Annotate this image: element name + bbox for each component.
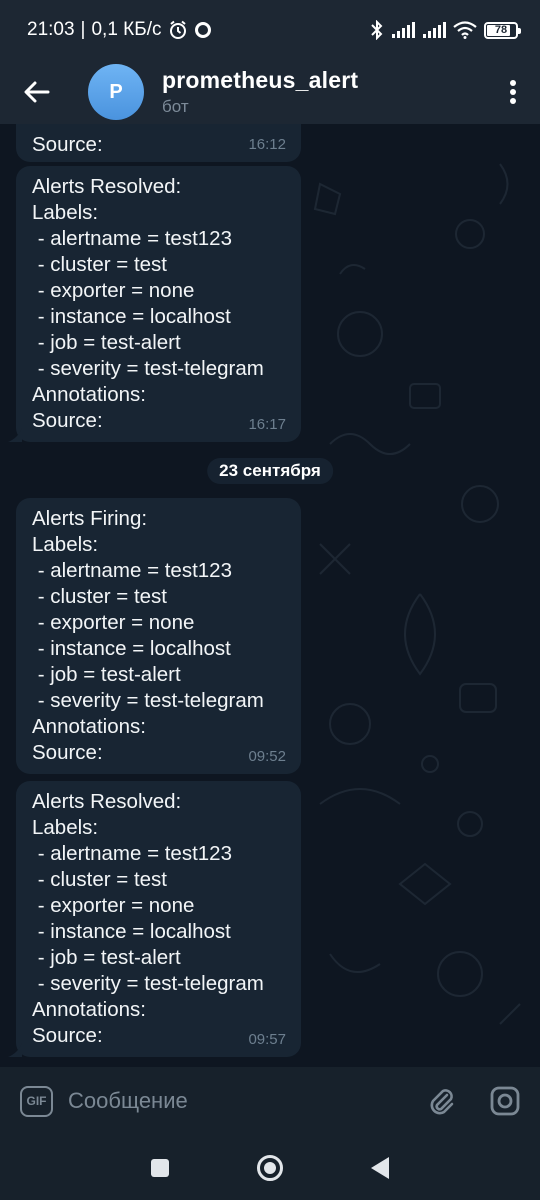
message-line: - alertname = test123	[32, 227, 232, 250]
message-line: - cluster = test	[32, 253, 168, 276]
chat-info[interactable]: prometheus_alert бот	[162, 67, 358, 117]
status-time: 21:03	[27, 19, 75, 40]
more-vertical-icon	[510, 80, 516, 104]
message-line: Annotations:	[32, 998, 146, 1021]
chat-title: prometheus_alert	[162, 67, 359, 93]
home-icon[interactable]	[257, 1154, 283, 1181]
message-line: Labels:	[32, 201, 99, 224]
bluetooth-icon	[370, 20, 384, 40]
message-line: - severity = test-telegram	[32, 972, 264, 995]
gif-label: GIF	[26, 1094, 47, 1108]
back-triangle-icon[interactable]	[371, 1156, 389, 1179]
message-line: - exporter = none	[32, 279, 195, 302]
message-line: - job = test-alert	[32, 331, 181, 354]
message-input-bar: GIF	[0, 1067, 540, 1135]
camera-button[interactable]	[483, 1079, 527, 1123]
message-line: Alerts Resolved:	[32, 175, 182, 198]
avatar[interactable]: P	[88, 64, 144, 120]
paperclip-icon	[430, 1089, 454, 1115]
message-line: Labels:	[32, 533, 99, 556]
message-line: - cluster = test	[32, 585, 168, 608]
camera-icon	[490, 1086, 520, 1116]
message-line: Annotations:	[32, 383, 146, 406]
back-button[interactable]	[0, 60, 74, 124]
menu-button[interactable]	[486, 60, 540, 124]
status-divider: |	[80, 19, 86, 40]
battery-level: 78	[494, 24, 508, 36]
message-line: - alertname = test123	[32, 842, 232, 865]
message-time: 16:17	[248, 416, 286, 433]
gif-button[interactable]: GIF	[20, 1085, 53, 1117]
message-line: - exporter = none	[32, 894, 195, 917]
message-line: - job = test-alert	[32, 663, 181, 686]
system-nav-bar	[0, 1135, 540, 1200]
date-separator: 23 сентября	[207, 458, 333, 484]
arrow-left-icon	[24, 81, 50, 103]
message-bubble[interactable]: Alerts Resolved: Labels: - alertname = t…	[8, 781, 301, 1057]
chat-header: P prometheus_alert бот	[0, 60, 540, 124]
message-bubble[interactable]: Alerts Resolved: Labels: - alertname = t…	[8, 166, 301, 442]
message-line: - exporter = none	[32, 611, 195, 634]
recents-icon[interactable]	[151, 1158, 169, 1177]
message-line: Labels:	[32, 816, 99, 839]
battery-icon: 78	[484, 21, 521, 39]
message-time: 09:57	[248, 1031, 286, 1048]
attach-button[interactable]	[419, 1079, 463, 1123]
message-bubble[interactable]: Alerts Firing: Labels: - alertname = tes…	[16, 498, 301, 774]
bubble-tail-icon	[8, 428, 22, 442]
bubble-tail-icon	[8, 1043, 22, 1057]
message-line: - instance = localhost	[32, 637, 231, 660]
message-line: - severity = test-telegram	[32, 689, 264, 712]
avatar-letter: P	[109, 80, 123, 103]
message-bubble[interactable]: Source: 16:12	[16, 124, 301, 162]
chat-area[interactable]: Source: 16:12 Alerts Resolved: Labels: -…	[0, 124, 540, 1067]
message-line: - instance = localhost	[32, 305, 231, 328]
message-line: Alerts Firing:	[32, 507, 148, 530]
message-time: 09:52	[248, 748, 286, 765]
message-line: - alertname = test123	[32, 559, 232, 582]
wifi-icon	[453, 21, 477, 39]
signal-icon	[422, 21, 446, 39]
message-input[interactable]	[68, 1088, 419, 1114]
message-line: Alerts Resolved:	[32, 790, 182, 813]
network-speed: 0,1 КБ/с	[91, 19, 162, 40]
status-bar: 21:03 | 0,1 КБ/с 78	[0, 0, 540, 60]
signal-icon	[391, 21, 415, 39]
chat-subtitle: бот	[162, 97, 189, 116]
message-time: 16:12	[248, 136, 286, 153]
message-line: - severity = test-telegram	[32, 357, 264, 380]
message-line: Annotations:	[32, 715, 146, 738]
message-line: - cluster = test	[32, 868, 168, 891]
message-line: - instance = localhost	[32, 920, 231, 943]
alarm-icon	[168, 20, 188, 40]
message-line: - job = test-alert	[32, 946, 181, 969]
circle-notification-icon	[194, 21, 212, 39]
